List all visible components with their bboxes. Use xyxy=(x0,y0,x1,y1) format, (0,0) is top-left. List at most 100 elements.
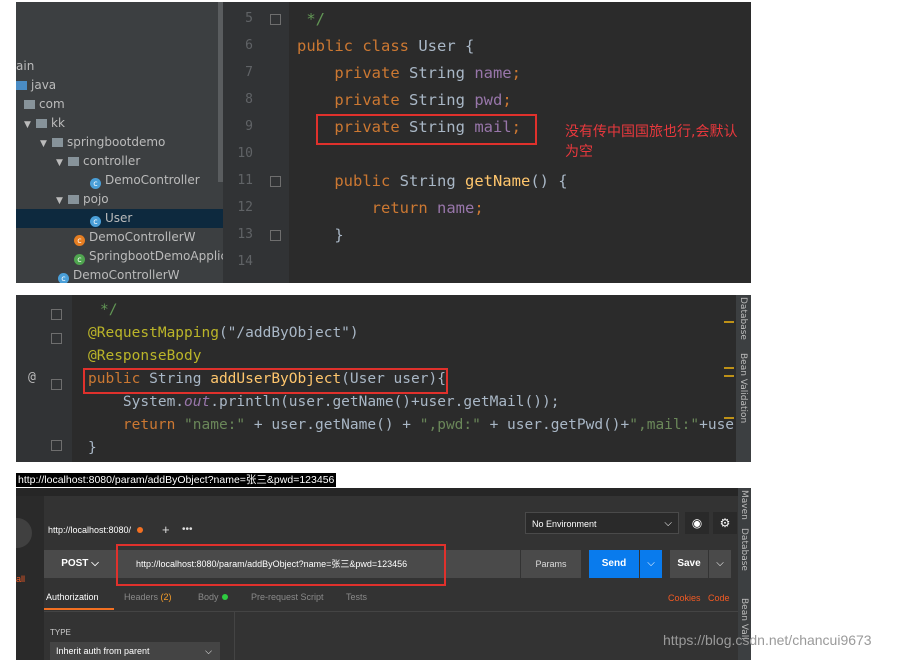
tree-item-springbootdemo[interactable]: ▼ springbootdemo xyxy=(40,133,165,152)
environment-label: No Environment xyxy=(532,519,597,529)
line-number: 5 xyxy=(245,11,253,26)
tree-item-springbootdemoapplication[interactable]: c SpringbootDemoApplica xyxy=(74,247,234,266)
save-button[interactable]: Save xyxy=(670,550,708,578)
left-sidebar: all xyxy=(16,496,44,660)
code-line: return "name:" + user.getName() + ",pwd:… xyxy=(88,417,751,433)
fold-marker-icon[interactable] xyxy=(270,176,281,187)
sidebar-circle-button[interactable] xyxy=(16,518,32,548)
tab-authorization[interactable]: Authorization xyxy=(46,592,99,602)
warning-marker[interactable] xyxy=(724,417,734,419)
tab-pre-request-script[interactable]: Pre-request Script xyxy=(251,592,324,602)
tree-item-kk[interactable]: ▼ kk xyxy=(24,114,65,133)
line-number: 10 xyxy=(237,146,253,161)
line-number-gutter: 5 6 7 8 9 10 11 12 13 14 xyxy=(223,2,289,283)
method-label: POST xyxy=(61,558,89,569)
warning-marker[interactable] xyxy=(724,367,734,369)
fold-marker-icon[interactable] xyxy=(51,333,62,344)
expand-arrow-icon[interactable]: ▼ xyxy=(40,135,52,154)
tree-item-user[interactable]: c User xyxy=(16,209,223,228)
side-tab-database[interactable]: Database xyxy=(738,297,748,340)
sidebar-label[interactable]: all xyxy=(16,574,25,584)
code-line: */ xyxy=(297,10,325,28)
fold-marker-icon[interactable] xyxy=(270,230,281,241)
warning-marker[interactable] xyxy=(724,321,734,323)
side-tab-maven[interactable]: Maven xyxy=(739,490,749,520)
params-button[interactable]: Params xyxy=(521,550,581,578)
fold-marker-icon[interactable] xyxy=(51,379,62,390)
line-number: 9 xyxy=(245,119,253,134)
tree-item-democontroller[interactable]: c DemoController xyxy=(90,171,200,190)
tab-body[interactable]: Body xyxy=(198,592,228,602)
ide-side-toolbar: Database Bean Validation xyxy=(736,295,751,462)
auth-type-label: Inherit auth from parent xyxy=(56,646,150,656)
line-number: 8 xyxy=(245,92,253,107)
active-tab-indicator xyxy=(44,608,114,610)
spring-class-icon: c xyxy=(74,254,85,265)
fold-marker-icon[interactable] xyxy=(51,440,62,451)
tree-item-label: springbootdemo xyxy=(67,135,166,149)
environment-select[interactable]: No Environment ⌵ xyxy=(525,512,679,534)
chevron-down-icon: ⌵ xyxy=(205,646,212,656)
highlight-box xyxy=(116,544,446,586)
tab-label: Headers xyxy=(124,592,159,602)
code-link[interactable]: Code xyxy=(708,593,730,603)
expand-arrow-icon[interactable]: ▼ xyxy=(24,116,36,135)
code-line: } xyxy=(297,226,344,244)
eye-icon[interactable]: ◉ xyxy=(685,512,709,534)
tree-item-pojo[interactable]: ▼ pojo xyxy=(56,190,109,209)
code-line: public String getName() { xyxy=(297,172,568,190)
tree-item-java[interactable]: java xyxy=(16,76,56,95)
fold-marker-icon[interactable] xyxy=(270,14,281,25)
class-icon: c xyxy=(58,273,69,283)
project-tree: ain java com ▼ kk ▼ springbootdemo ▼ contro… xyxy=(16,2,234,283)
postman-panel: all http://localhost:8080/ + ••• No Envi… xyxy=(16,488,751,660)
chevron-down-icon: ⌵ xyxy=(91,558,99,569)
send-button[interactable]: Send xyxy=(589,550,639,578)
highlight-box xyxy=(83,368,448,394)
code-line: public class User { xyxy=(297,37,475,55)
cookies-link[interactable]: Cookies xyxy=(668,593,701,603)
headers-count-badge: (2) xyxy=(160,592,172,602)
side-tab-bean-validation[interactable]: Bean Validation xyxy=(738,353,748,423)
save-options-chevron-icon[interactable]: ⌵ xyxy=(709,550,731,578)
tree-item-democontrollerw[interactable]: c DemoControllerW xyxy=(74,228,196,247)
highlight-box xyxy=(316,114,537,145)
tree-item-democontrollerw-2[interactable]: c DemoControllerW xyxy=(58,266,180,283)
body-status-dot-icon xyxy=(221,594,228,600)
side-tab-database[interactable]: Database xyxy=(739,528,749,571)
tree-item-main[interactable]: ain xyxy=(16,57,34,76)
new-tab-plus-icon[interactable]: + xyxy=(162,518,170,542)
method-select[interactable]: POST ⌵ xyxy=(44,550,116,578)
send-options-chevron-icon[interactable]: ⌵ xyxy=(640,550,662,578)
chevron-down-icon: ⌵ xyxy=(664,518,672,529)
code-line: @RequestMapping("/addByObject") xyxy=(88,325,359,341)
tab-headers[interactable]: Headers (2) xyxy=(124,592,172,602)
package-icon xyxy=(52,138,63,147)
tree-item-label: com xyxy=(39,97,65,111)
code-line: return name; xyxy=(297,199,484,217)
fold-marker-icon[interactable] xyxy=(51,309,62,320)
override-marker-icon[interactable]: @ xyxy=(28,370,36,385)
expand-arrow-icon[interactable]: ▼ xyxy=(56,154,68,173)
tree-item-controller[interactable]: ▼ controller xyxy=(56,152,140,171)
annotation-note: 没有传中国国旅也行,会默认为空 xyxy=(565,124,738,160)
auth-type-select[interactable]: Inherit auth from parent ⌵ xyxy=(50,642,220,660)
tree-item-label: User xyxy=(105,211,133,225)
code-line: System.out.println(user.getName()+user.g… xyxy=(88,394,560,410)
more-tabs-icon[interactable]: ••• xyxy=(182,518,193,542)
line-number: 14 xyxy=(237,254,253,269)
tree-item-label: java xyxy=(31,78,57,92)
request-tab[interactable]: http://localhost:8080/ xyxy=(44,518,158,542)
tree-item-label: DemoControllerW xyxy=(89,230,196,244)
line-number: 13 xyxy=(237,227,253,242)
code-line: private String pwd; xyxy=(297,91,512,109)
line-number: 6 xyxy=(245,38,253,53)
ide-controller-panel: @ */ @RequestMapping("/addByObject") @Re… xyxy=(16,295,751,462)
tab-tests[interactable]: Tests xyxy=(346,592,367,602)
gear-icon[interactable]: ⚙ xyxy=(713,512,737,534)
tree-item-com[interactable]: com xyxy=(24,95,65,114)
package-icon xyxy=(36,119,47,128)
divider xyxy=(44,611,751,612)
warning-marker[interactable] xyxy=(724,375,734,377)
tree-item-label: pojo xyxy=(83,192,109,206)
